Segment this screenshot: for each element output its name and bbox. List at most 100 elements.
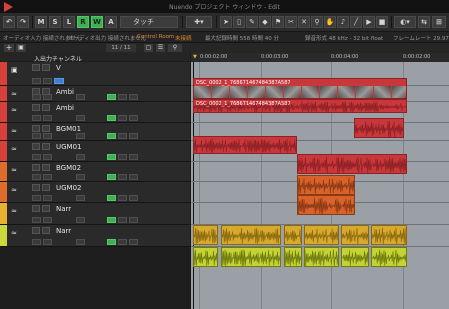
solo-button[interactable]: [42, 143, 50, 150]
read-button[interactable]: [107, 154, 116, 160]
mute-button[interactable]: [32, 164, 40, 171]
audio-clip[interactable]: [193, 225, 218, 245]
grid-icon[interactable]: ⊞: [432, 16, 446, 28]
audio-clip[interactable]: [221, 225, 281, 245]
track-header-4[interactable]: ≈ UGM01: [0, 141, 190, 162]
edit-button[interactable]: [76, 94, 85, 100]
audio-clip[interactable]: [304, 247, 339, 267]
solo-button[interactable]: [42, 64, 50, 71]
mute-button[interactable]: [32, 227, 40, 234]
audio-clip[interactable]: [221, 247, 281, 267]
edit-button[interactable]: [76, 239, 85, 245]
read-button[interactable]: [107, 239, 116, 245]
audio-clip[interactable]: [193, 247, 218, 267]
record-button[interactable]: [43, 94, 52, 100]
edit-button[interactable]: [76, 133, 85, 139]
mute-button[interactable]: [32, 64, 40, 71]
read-button[interactable]: [107, 94, 116, 100]
search-icon[interactable]: ⚲: [168, 44, 182, 52]
add-track-button[interactable]: +: [4, 44, 14, 52]
write-button[interactable]: [118, 217, 127, 223]
track-header-2[interactable]: ≈ Ambi: [0, 102, 190, 123]
record-button[interactable]: [43, 133, 52, 139]
undo-button[interactable]: ↶: [3, 16, 15, 28]
monitor-button[interactable]: [32, 94, 41, 100]
speaker-icon[interactable]: ♪: [337, 16, 349, 28]
track-header-8[interactable]: ≈ Narr: [0, 225, 190, 247]
track-name[interactable]: UGM02: [56, 184, 82, 192]
solo-button[interactable]: [42, 125, 50, 132]
list-icon[interactable]: ☰: [156, 44, 165, 52]
edit-button[interactable]: [76, 217, 85, 223]
edit-button[interactable]: [76, 154, 85, 160]
track-name[interactable]: Ambi: [56, 104, 74, 112]
lane-button[interactable]: [129, 195, 138, 201]
audio-clip[interactable]: [371, 225, 407, 245]
folder-icon[interactable]: ▣: [16, 44, 26, 52]
monitor-button[interactable]: [32, 78, 41, 84]
audio-clip[interactable]: [371, 247, 407, 267]
track-header-5[interactable]: ≈ BGM02: [0, 162, 190, 182]
monitor-button[interactable]: [32, 217, 41, 223]
automation-mode-select[interactable]: タッチ: [120, 16, 178, 28]
audio-clip[interactable]: [284, 225, 302, 245]
audio-clip[interactable]: [297, 195, 355, 215]
track-name[interactable]: Narr: [56, 227, 71, 235]
edit-button[interactable]: [76, 195, 85, 201]
audio-clip[interactable]: [297, 154, 407, 174]
lane-button[interactable]: [129, 94, 138, 100]
solo-button[interactable]: [42, 164, 50, 171]
write-button[interactable]: [118, 154, 127, 160]
write-button[interactable]: [118, 239, 127, 245]
mute-tool-icon[interactable]: ✕: [298, 16, 310, 28]
read-button[interactable]: [107, 217, 116, 223]
audio-clip[interactable]: [284, 247, 302, 267]
lane-button[interactable]: [129, 154, 138, 160]
record-button[interactable]: [43, 217, 52, 223]
lane-button[interactable]: [129, 115, 138, 121]
write-button[interactable]: [118, 195, 127, 201]
lane-button[interactable]: [129, 174, 138, 180]
mute-button[interactable]: [32, 143, 40, 150]
record-button[interactable]: [43, 154, 52, 160]
hand-icon[interactable]: ✋: [324, 16, 336, 28]
solo-button[interactable]: [42, 184, 50, 191]
record-button[interactable]: [43, 174, 52, 180]
monitor-button[interactable]: [32, 174, 41, 180]
monitor-button[interactable]: [32, 133, 41, 139]
video-enable-button[interactable]: [54, 78, 64, 84]
listen-button[interactable]: L: [63, 16, 75, 28]
track-header-0[interactable]: ▣ V: [0, 62, 190, 86]
solo-button[interactable]: [42, 104, 50, 111]
eraser-icon[interactable]: ◆: [259, 16, 271, 28]
monitor-button[interactable]: [32, 195, 41, 201]
window-icon[interactable]: ▢: [144, 44, 153, 52]
pointer-icon[interactable]: ➤: [220, 16, 232, 28]
line-tool-icon[interactable]: ╱: [350, 16, 362, 28]
audio-clip[interactable]: [304, 225, 339, 245]
audio-clip[interactable]: [341, 225, 369, 245]
track-name[interactable]: BGM01: [56, 125, 81, 133]
lane-button[interactable]: [129, 217, 138, 223]
play-tool-icon[interactable]: ▶: [363, 16, 375, 28]
write-button[interactable]: [118, 174, 127, 180]
mute-all-button[interactable]: M: [35, 16, 47, 28]
mute-button[interactable]: [32, 184, 40, 191]
snap-select[interactable]: ✚▾: [186, 16, 212, 28]
audio-clip[interactable]: [193, 136, 297, 154]
snap-icon[interactable]: ⇆: [418, 16, 430, 28]
lane-button[interactable]: [129, 133, 138, 139]
pencil-icon[interactable]: ✎: [246, 16, 258, 28]
track-name[interactable]: V: [56, 64, 61, 72]
edit-button[interactable]: [76, 115, 85, 121]
video-clip[interactable]: DSC_0002_1_768671467484387A587: [193, 78, 407, 99]
audio-clip[interactable]: DSC_0002_1_768671467484387A587: [193, 99, 407, 113]
range-icon[interactable]: ▯: [233, 16, 245, 28]
audio-clip[interactable]: [297, 175, 355, 195]
read-automation-button[interactable]: R: [77, 16, 89, 28]
track-header-1[interactable]: ≈ Ambi: [0, 86, 190, 102]
write-button[interactable]: [118, 94, 127, 100]
record-button[interactable]: [43, 195, 52, 201]
track-name[interactable]: Narr: [56, 205, 71, 213]
track-name[interactable]: Ambi: [56, 88, 74, 96]
